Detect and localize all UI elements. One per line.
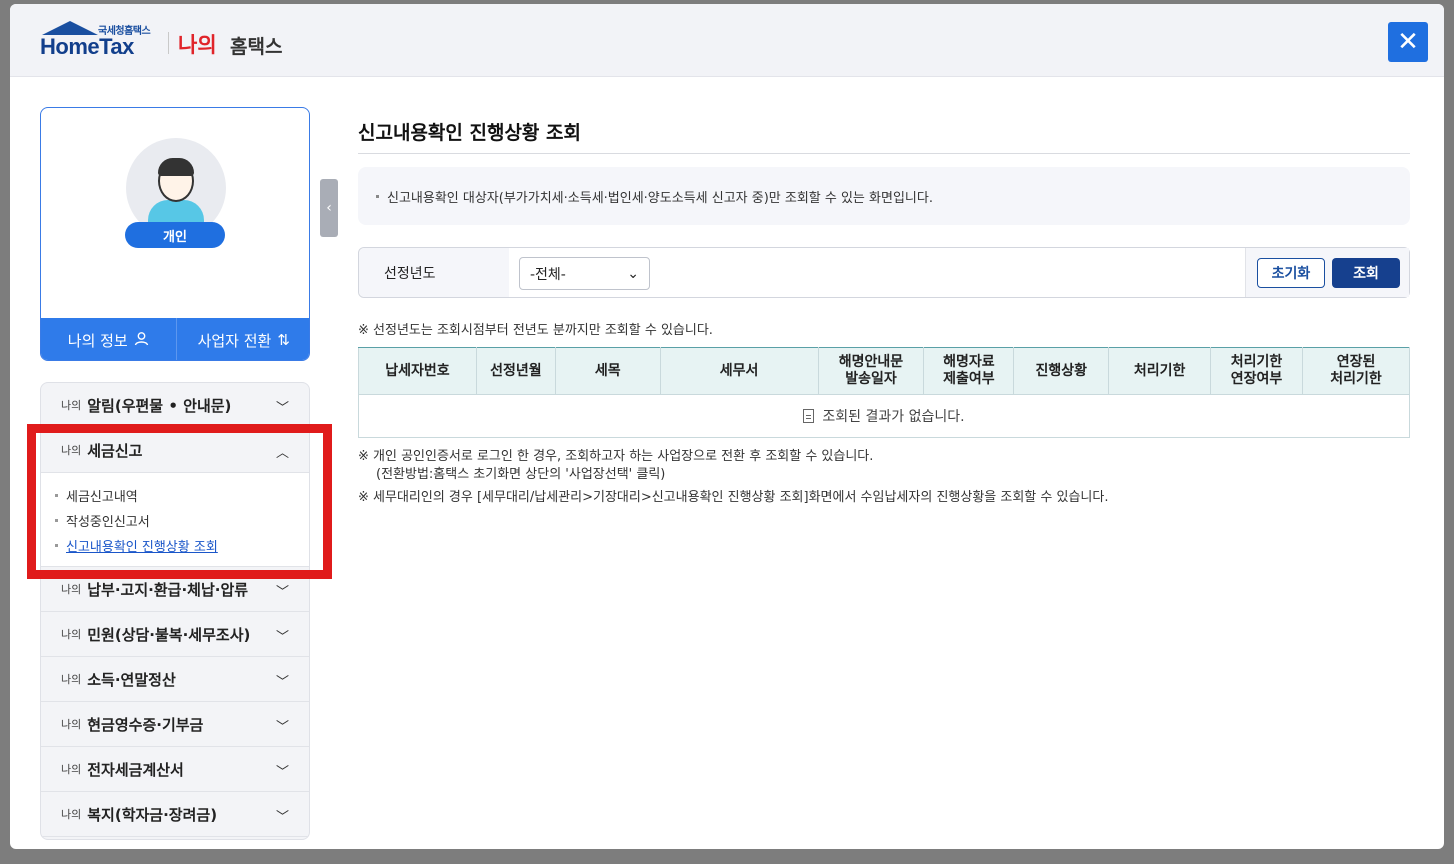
menu-label: 복지(학자금·장려금)	[87, 805, 218, 824]
menu-item-tax-return[interactable]: 나의 세금신고 ︿	[41, 428, 309, 473]
col-notice-date: 해명안내문 발송일자	[817, 347, 925, 395]
menu-prefix: 나의	[61, 718, 82, 731]
main-content: 신고내용확인 진행상황 조회 신고내용확인 대상자(부가가치세·소득세·법인세·…	[358, 4, 1418, 849]
avatar-hair	[158, 158, 194, 176]
search-actions: 초기화 조회	[1245, 248, 1409, 297]
menu-label: 소득·연말정산	[87, 670, 176, 689]
empty-cell: 조회된 결과가 없습니다.	[358, 394, 1410, 438]
menu-prefix: 나의	[61, 628, 82, 641]
info-box: 신고내용확인 대상자(부가가치세·소득세·법인세·양도소득세 신고자 중)만 조…	[358, 167, 1410, 225]
menu-prefix: 나의	[61, 673, 82, 686]
chevron-up-icon: ︿	[275, 446, 289, 461]
menu-label: 알림(우편물 • 안내문)	[87, 396, 232, 415]
col-selected-month: 선정년월	[475, 347, 556, 395]
document-icon	[803, 409, 815, 423]
chevron-down-icon: ﹀	[275, 720, 289, 735]
menu-prefix: 나의	[61, 444, 82, 457]
logo-divider	[168, 32, 169, 54]
menu-label: 전자세금계산서	[87, 760, 184, 779]
submenu-label: 작성중인신고서	[66, 515, 150, 530]
info-text: 신고내용확인 대상자(부가가치세·소득세·법인세·양도소득세 신고자 중)만 조…	[387, 190, 933, 206]
note-tax-agent: ※ 세무대리인의 경우 [세무대리/납세관리>기장대리>신고내용확인 진행상황 …	[358, 490, 1109, 505]
brand-hometax: 홈택스	[230, 36, 283, 58]
chevron-down-icon: ﹀	[275, 765, 289, 780]
switch-business-button[interactable]: 사업자 전환 ⇅	[175, 318, 310, 360]
profile-card: 개인 나의 정보 사업자 전환 ⇅	[40, 107, 310, 361]
empty-message: 조회된 결과가 없습니다.	[822, 409, 965, 425]
menu-prefix: 나의	[61, 763, 82, 776]
sidebar-collapse-handle[interactable]: ‹	[320, 179, 338, 237]
col-tax-office: 세무서	[659, 347, 819, 395]
year-select-value: -전체-	[530, 266, 566, 283]
switch-business-label: 사업자 전환	[197, 331, 272, 350]
chevron-down-icon: ﹀	[275, 810, 289, 825]
hometax-logo[interactable]: 국세청홈택스 HomeTax	[38, 21, 163, 61]
table-row: 조회된 결과가 없습니다.	[358, 394, 1410, 438]
footer-notes: ※ 개인 공인인증서로 로그인 한 경우, 조회하고자 하는 사업장으로 전환 …	[358, 448, 1108, 507]
col-deadline: 처리기한	[1108, 347, 1212, 395]
brand-my: 나의	[178, 33, 217, 57]
switch-arrows-icon: ⇅	[277, 331, 290, 349]
chevron-down-icon: ﹀	[275, 630, 289, 645]
results-table: 납세자번호 선정년월 세목 세무서 해명안내문 발송일자 해명자료 제출여부 진…	[358, 347, 1410, 438]
logo-main-text: HomeTax	[40, 34, 134, 59]
user-type-badge: 개인	[125, 222, 225, 248]
my-info-label: 나의 정보	[67, 331, 128, 350]
sidebar-menu: 나의 알림(우편물 • 안내문) ﹀ 나의 세금신고 ︿ 세금신고내역 작성중인…	[40, 382, 310, 840]
chevron-down-icon: ⌄	[627, 265, 639, 282]
tax-return-submenu: 세금신고내역 작성중인신고서 신고내용확인 진행상황 조회	[41, 473, 309, 567]
chevron-down-icon: ﹀	[275, 401, 289, 416]
note-switch-method: (전환방법:홈택스 초기화면 상단의 '사업장선택' 클릭)	[376, 467, 666, 482]
col-tax-item: 세목	[554, 347, 661, 395]
menu-label: 민원(상담·불복·세무조사)	[87, 625, 251, 644]
menu-item-e-invoice[interactable]: 나의 전자세금계산서 ﹀	[41, 747, 309, 792]
menu-prefix: 나의	[61, 808, 82, 821]
col-submission: 해명자료 제출여부	[923, 347, 1015, 395]
search-label: 선정년도	[359, 248, 509, 297]
col-progress: 진행상황	[1013, 347, 1110, 395]
note-certificate: ※ 개인 공인인증서로 로그인 한 경우, 조회하고자 하는 사업장으로 전환 …	[358, 449, 874, 464]
bullet	[55, 544, 58, 547]
chevron-down-icon: ﹀	[275, 585, 289, 600]
submenu-tax-return-history[interactable]: 세금신고내역	[55, 483, 289, 508]
bullet	[55, 494, 58, 497]
search-button[interactable]: 조회	[1332, 258, 1400, 288]
my-hometax-modal: 국세청홈택스 HomeTax 나의 홈택스 ✕ 개인 나의 정보 사업자 전환	[10, 4, 1444, 849]
col-taxpayer-no: 납세자번호	[358, 347, 477, 395]
menu-label: 현금영수증·기부금	[87, 715, 204, 734]
menu-item-welfare[interactable]: 나의 복지(학자금·장려금) ﹀	[41, 792, 309, 837]
table-header-row: 납세자번호 선정년월 세목 세무서 해명안내문 발송일자 해명자료 제출여부 진…	[358, 347, 1410, 395]
my-info-button[interactable]: 나의 정보	[41, 318, 176, 360]
logo-roof-icon	[42, 21, 98, 35]
menu-item-receipts[interactable]: 나의 현금영수증·기부금 ﹀	[41, 702, 309, 747]
submenu-label: 세금신고내역	[66, 490, 138, 505]
year-note: ※ 선정년도는 조회시점부터 전년도 분까지만 조회할 수 있습니다.	[358, 323, 713, 338]
search-bar: 선정년도 -전체- ⌄ 초기화 조회	[358, 247, 1410, 298]
chevron-down-icon: ﹀	[275, 675, 289, 690]
title-divider	[358, 153, 1410, 154]
page-title: 신고내용확인 진행상황 조회	[358, 122, 581, 144]
menu-item-notice[interactable]: 나의 알림(우편물 • 안내문) ﹀	[41, 383, 309, 428]
menu-prefix: 나의	[61, 399, 82, 412]
profile-actions: 나의 정보 사업자 전환 ⇅	[41, 318, 310, 360]
bullet	[376, 194, 379, 198]
menu-item-payment[interactable]: 나의 납부·고지·환급·체납·압류 ﹀	[41, 567, 309, 612]
menu-item-income[interactable]: 나의 소득·연말정산 ﹀	[41, 657, 309, 702]
year-select[interactable]: -전체- ⌄	[519, 257, 650, 290]
col-extended-deadline: 연장된 처리기한	[1302, 347, 1410, 395]
submenu-draft-returns[interactable]: 작성중인신고서	[55, 508, 289, 533]
menu-item-civil[interactable]: 나의 민원(상담·불복·세무조사) ﹀	[41, 612, 309, 657]
bullet	[55, 519, 58, 522]
reset-button[interactable]: 초기화	[1257, 258, 1325, 288]
col-extension: 처리기한 연장여부	[1210, 347, 1304, 395]
person-icon	[134, 331, 149, 350]
menu-label: 세금신고	[87, 441, 143, 460]
submenu-verification-status[interactable]: 신고내용확인 진행상황 조회	[55, 533, 289, 558]
submenu-label: 신고내용확인 진행상황 조회	[66, 540, 218, 555]
menu-prefix: 나의	[61, 583, 82, 596]
chevron-left-icon: ‹	[326, 200, 332, 216]
menu-label: 납부·고지·환급·체납·압류	[87, 580, 249, 599]
